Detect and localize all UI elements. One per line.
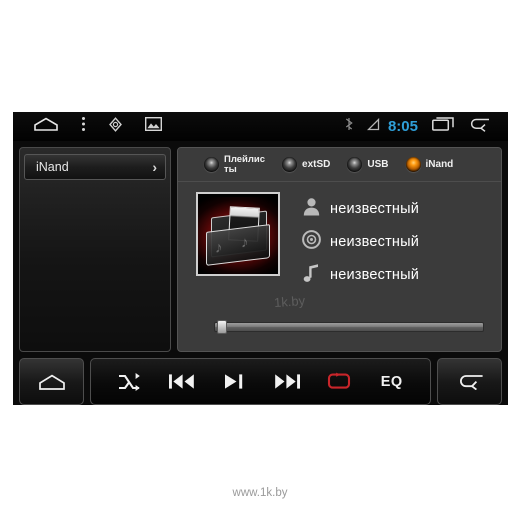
- gallery-icon[interactable]: [144, 116, 163, 136]
- home-icon[interactable]: [33, 117, 59, 136]
- track-info-area: ♪ ♪ неизвестный неизвестный неизвестный …: [178, 182, 501, 351]
- metadata-row-title: неизвестный: [300, 261, 419, 289]
- chevron-right-icon: ›: [152, 159, 157, 175]
- person-icon: [300, 197, 322, 221]
- folder-album-art: ♪ ♪: [196, 192, 280, 276]
- artist-name: неизвестный: [330, 201, 420, 217]
- led-indicator: [282, 157, 298, 172]
- led-indicator: [204, 157, 219, 172]
- seek-track[interactable]: [214, 322, 484, 332]
- menu-dots-icon[interactable]: [81, 116, 86, 137]
- metadata-row-album: неизвестный: [300, 228, 419, 256]
- source-radio-inand[interactable]: iNand: [405, 157, 454, 172]
- track-title: неизвестный: [330, 267, 420, 283]
- play-pause-button[interactable]: [213, 362, 255, 402]
- now-playing-panel: Плейлис ты extSD USB iNand ♪ ♪ неизвестн…: [177, 147, 502, 352]
- music-note-decor-icon: ♪: [215, 238, 223, 257]
- source-browser-panel: iNand ›: [19, 147, 171, 352]
- source-radio-group: Плейлис ты extSD USB iNand: [178, 148, 501, 182]
- source-radio-label: iNand: [425, 158, 454, 170]
- led-indicator-active: [405, 157, 421, 172]
- main-row: iNand › Плейлис ты extSD USB iNand ♪ ♪ н…: [19, 147, 502, 352]
- home-button[interactable]: [19, 358, 84, 405]
- music-note-icon: [300, 263, 322, 288]
- source-radio-label: extSD: [302, 158, 331, 170]
- led-indicator: [347, 157, 363, 172]
- source-radio-usb[interactable]: USB: [347, 157, 389, 172]
- disc-icon: [300, 230, 322, 254]
- sidebar-item-inand[interactable]: iNand ›: [24, 154, 166, 180]
- shuffle-button[interactable]: [108, 362, 150, 402]
- metadata-row-artist: неизвестный: [300, 195, 419, 223]
- equalizer-label: EQ: [380, 373, 403, 390]
- recent-apps-icon[interactable]: [432, 117, 454, 136]
- previous-track-button[interactable]: [161, 362, 203, 402]
- player-screen-body: iNand › Плейлис ты extSD USB iNand ♪ ♪ н…: [13, 141, 508, 405]
- music-note-decor-icon: ♪: [241, 233, 249, 252]
- page-watermark: www.1k.by: [232, 487, 288, 499]
- android-status-bar: 8:05: [13, 112, 508, 141]
- player-control-bar: EQ: [19, 358, 502, 405]
- source-radio-extsd[interactable]: extSD: [282, 157, 330, 172]
- equalizer-button[interactable]: EQ: [371, 362, 413, 402]
- source-radio-label: Плейлис ты: [224, 153, 266, 175]
- back-arrow-icon[interactable]: [468, 117, 490, 137]
- next-track-button[interactable]: [266, 362, 308, 402]
- source-radio-playlists[interactable]: Плейлис ты: [204, 153, 266, 175]
- seek-slider[interactable]: [214, 320, 484, 334]
- status-clock: 8:05: [387, 118, 418, 135]
- navigation-icon[interactable]: [108, 116, 123, 137]
- signal-triangle-icon: [366, 117, 380, 136]
- transport-controls: EQ: [90, 358, 431, 405]
- album-name: неизвестный: [330, 234, 420, 250]
- sidebar-item-label: iNand: [36, 160, 69, 174]
- repeat-button[interactable]: [318, 362, 360, 402]
- bluetooth-icon: [345, 117, 353, 136]
- car-headunit-screen: 8:05 iNand › Плейлис ты extSD USB iNand …: [13, 112, 508, 405]
- back-button[interactable]: [437, 358, 502, 405]
- seek-handle[interactable]: [216, 320, 227, 334]
- source-radio-label: USB: [367, 158, 389, 170]
